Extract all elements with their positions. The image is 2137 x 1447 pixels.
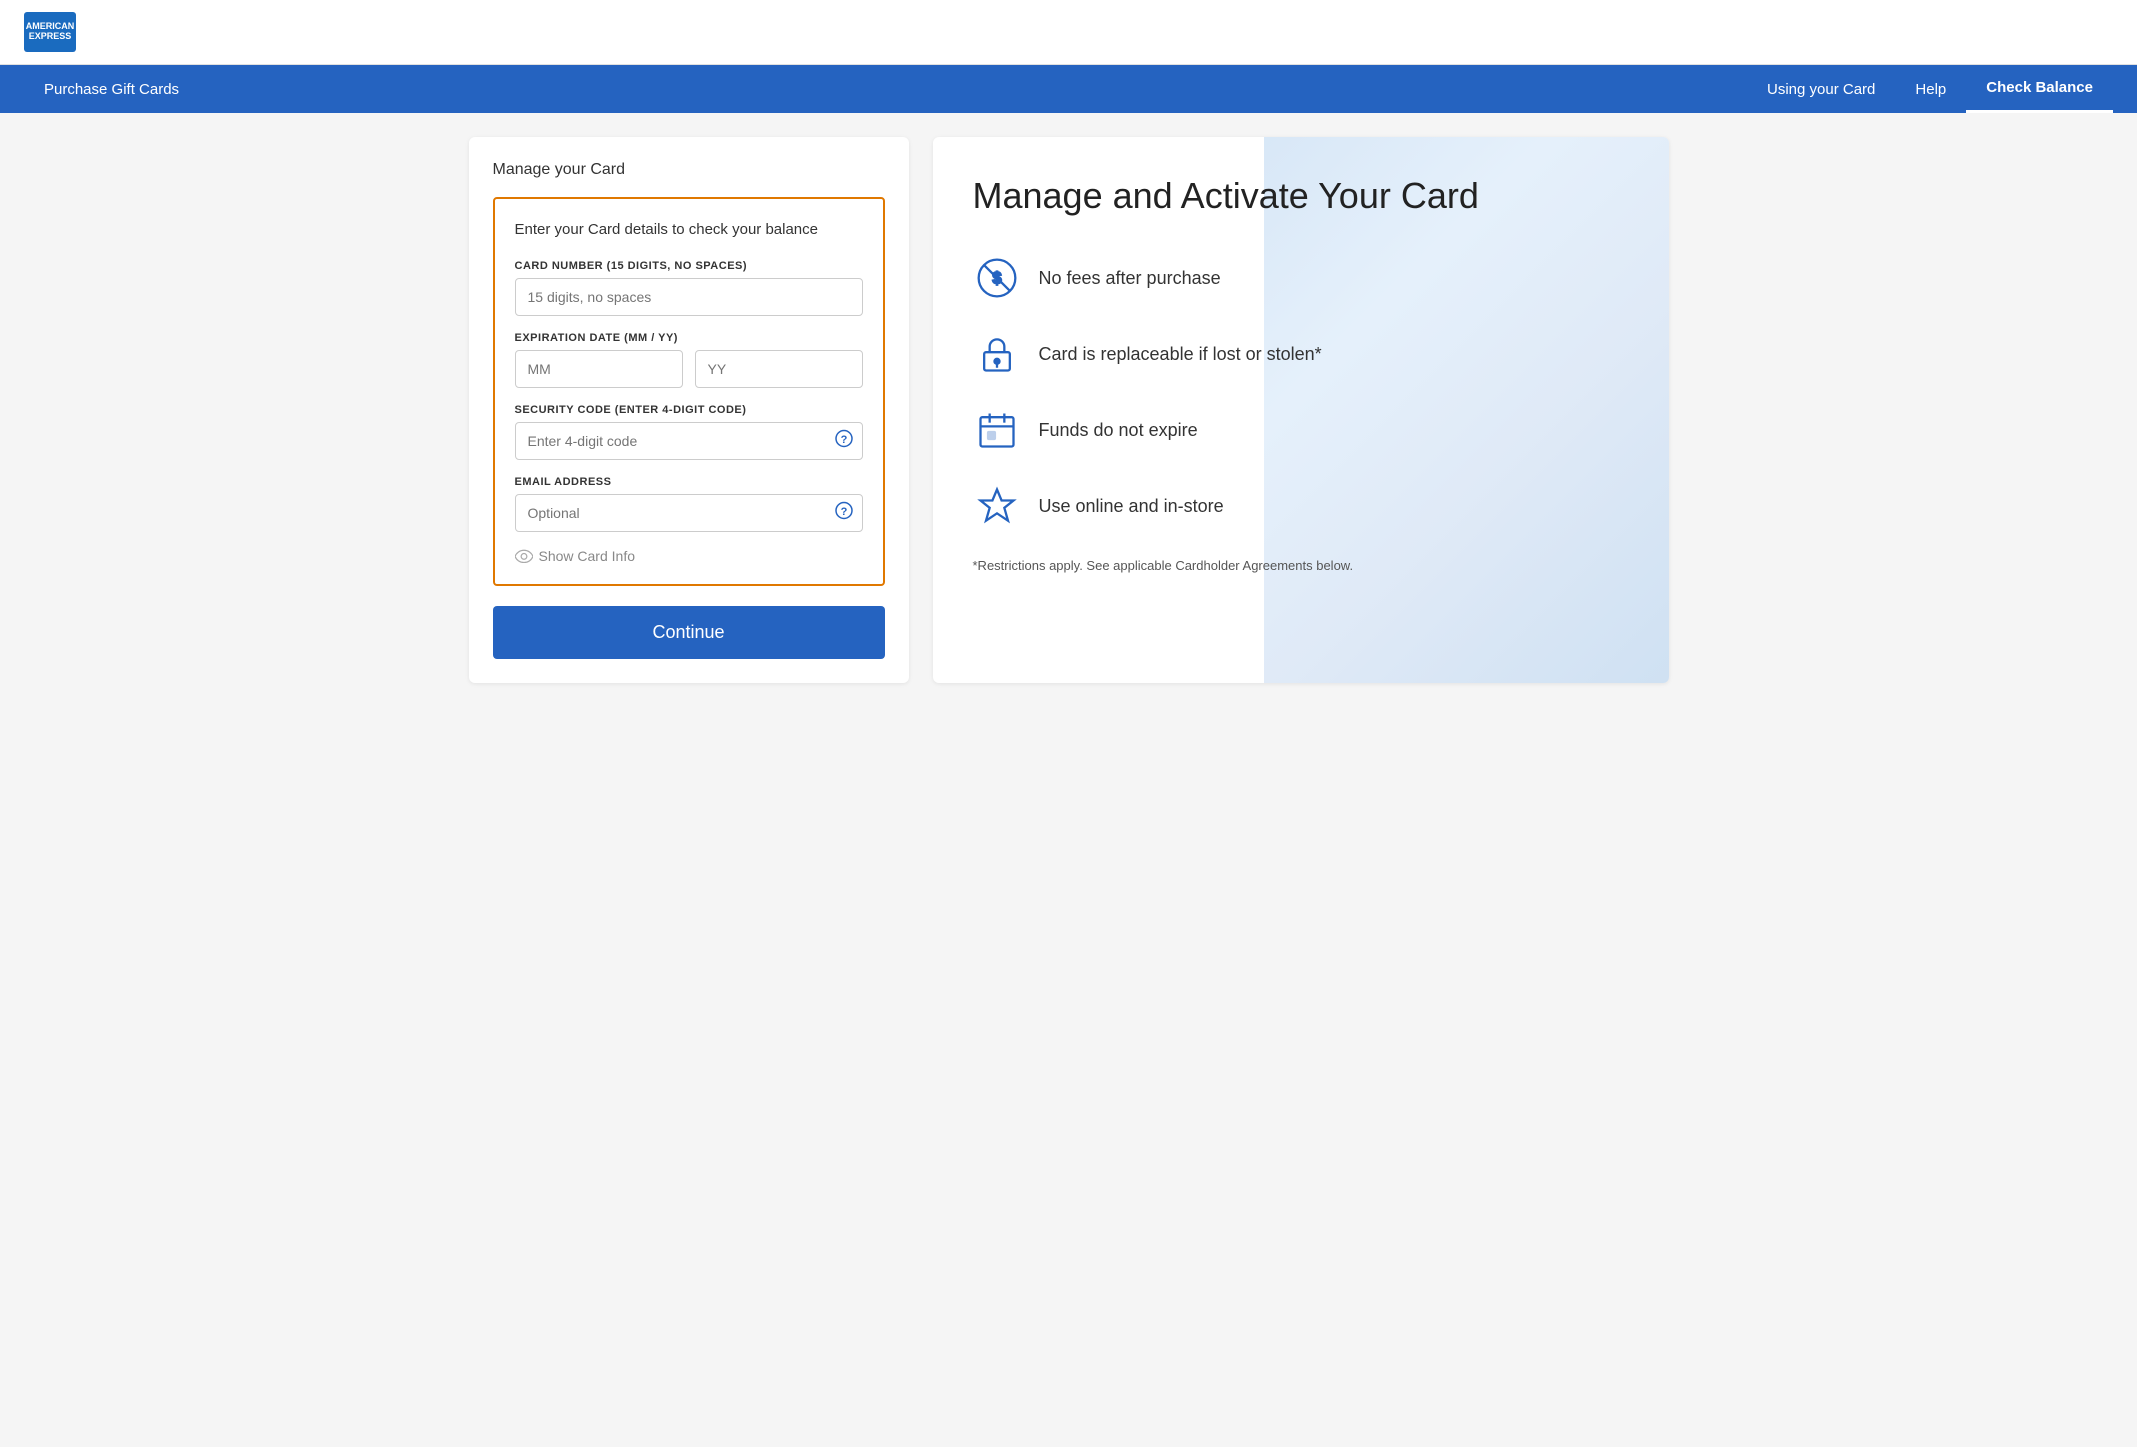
feature-list: $ No fees after purchase: [973, 254, 1629, 530]
feature-no-fees-text: No fees after purchase: [1039, 268, 1221, 289]
date-row: [515, 350, 863, 388]
card-number-input[interactable]: [515, 278, 863, 316]
security-code-group: SECURITY CODE (ENTER 4-DIGIT CODE) ?: [515, 404, 863, 460]
svg-text:?: ?: [840, 506, 847, 518]
nav-left: Purchase Gift Cards: [24, 65, 199, 113]
email-input-wrapper: ?: [515, 494, 863, 532]
expiration-group: EXPIRATION DATE (MM / YY): [515, 332, 863, 388]
feature-no-fees: $ No fees after purchase: [973, 254, 1629, 302]
feature-replaceable-text: Card is replaceable if lost or stolen*: [1039, 344, 1322, 365]
email-group: EMAIL ADDRESS ?: [515, 476, 863, 532]
feature-replaceable: Card is replaceable if lost or stolen*: [973, 330, 1629, 378]
nav-check-balance[interactable]: Check Balance: [1966, 65, 2113, 113]
security-code-input[interactable]: [515, 422, 863, 460]
expiration-yy-input[interactable]: [695, 350, 863, 388]
star-icon: [973, 482, 1021, 530]
nav-purchase-gift-cards[interactable]: Purchase Gift Cards: [24, 65, 199, 113]
form-description: Enter your Card details to check your ba…: [515, 219, 863, 242]
card-form: Enter your Card details to check your ba…: [493, 197, 885, 586]
show-card-info-link[interactable]: Show Card Info: [515, 548, 863, 564]
amex-logo: AMERICAN EXPRESS: [24, 12, 76, 52]
feature-online: Use online and in-store: [973, 482, 1629, 530]
right-content: Manage and Activate Your Card $ No fees …: [973, 173, 1629, 573]
nav-bar: Purchase Gift Cards Using your Card Help…: [0, 65, 2137, 113]
nav-using-card[interactable]: Using your Card: [1747, 65, 1895, 113]
nav-help[interactable]: Help: [1895, 65, 1966, 113]
right-panel-title: Manage and Activate Your Card: [973, 173, 1629, 218]
nav-right: Using your Card Help Check Balance: [1747, 65, 2113, 113]
expiration-label: EXPIRATION DATE (MM / YY): [515, 332, 863, 344]
svg-text:$: $: [992, 270, 1001, 288]
email-input[interactable]: [515, 494, 863, 532]
disclaimer: *Restrictions apply. See applicable Card…: [973, 558, 1629, 573]
feature-online-text: Use online and in-store: [1039, 496, 1224, 517]
show-card-info-label: Show Card Info: [539, 548, 636, 564]
feature-no-expire: Funds do not expire: [973, 406, 1629, 454]
main-content: Manage your Card Enter your Card details…: [449, 137, 1689, 683]
feature-no-expire-text: Funds do not expire: [1039, 420, 1198, 441]
top-bar: AMERICAN EXPRESS: [0, 0, 2137, 65]
continue-button[interactable]: Continue: [493, 606, 885, 659]
no-fee-icon: $: [973, 254, 1021, 302]
security-input-wrapper: ?: [515, 422, 863, 460]
email-help-icon[interactable]: ?: [835, 501, 853, 524]
left-panel: Manage your Card Enter your Card details…: [469, 137, 909, 683]
right-panel: Manage and Activate Your Card $ No fees …: [933, 137, 1669, 683]
card-number-label: CARD NUMBER (15 DIGITS, NO SPACES): [515, 260, 863, 272]
security-code-label: SECURITY CODE (ENTER 4-DIGIT CODE): [515, 404, 863, 416]
security-help-icon[interactable]: ?: [835, 429, 853, 452]
calendar-icon: [973, 406, 1021, 454]
lock-icon: [973, 330, 1021, 378]
expiration-mm-input[interactable]: [515, 350, 683, 388]
panel-title: Manage your Card: [493, 161, 885, 179]
email-label: EMAIL ADDRESS: [515, 476, 863, 488]
card-number-group: CARD NUMBER (15 DIGITS, NO SPACES): [515, 260, 863, 316]
svg-text:?: ?: [840, 434, 847, 446]
